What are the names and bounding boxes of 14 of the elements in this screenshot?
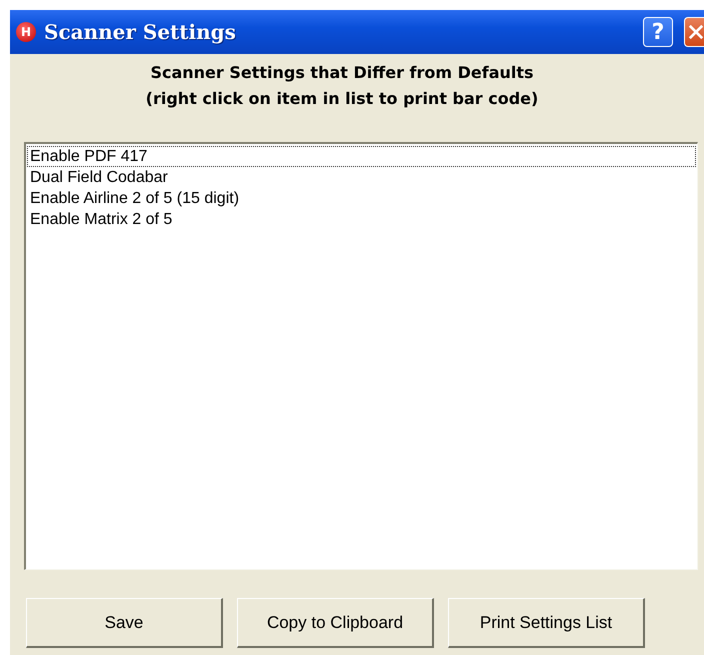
window-title: Scanner Settings xyxy=(44,20,237,44)
list-item[interactable]: Enable Matrix 2 of 5 xyxy=(27,209,696,230)
dialog-button[interactable]: Copy to Clipboard xyxy=(237,598,434,648)
heading-text: (right click on item in list to print bar code) xyxy=(146,88,538,110)
list-item[interactable]: Dual Field Codabar xyxy=(27,167,696,188)
heading-text: Scanner Settings that Differ from Defaults xyxy=(150,62,534,84)
list-item[interactable]: Enable Airline 2 of 5 (15 digit) xyxy=(27,188,696,209)
dialog-button[interactable]: Save xyxy=(26,598,223,648)
help-button[interactable]: ? xyxy=(643,17,673,47)
app-icon: H xyxy=(16,22,36,42)
close-button[interactable] xyxy=(684,17,704,47)
list-item[interactable]: Enable PDF 417 xyxy=(27,146,696,167)
close-icon xyxy=(688,23,704,41)
dialog-button[interactable]: Print Settings List xyxy=(448,598,645,648)
